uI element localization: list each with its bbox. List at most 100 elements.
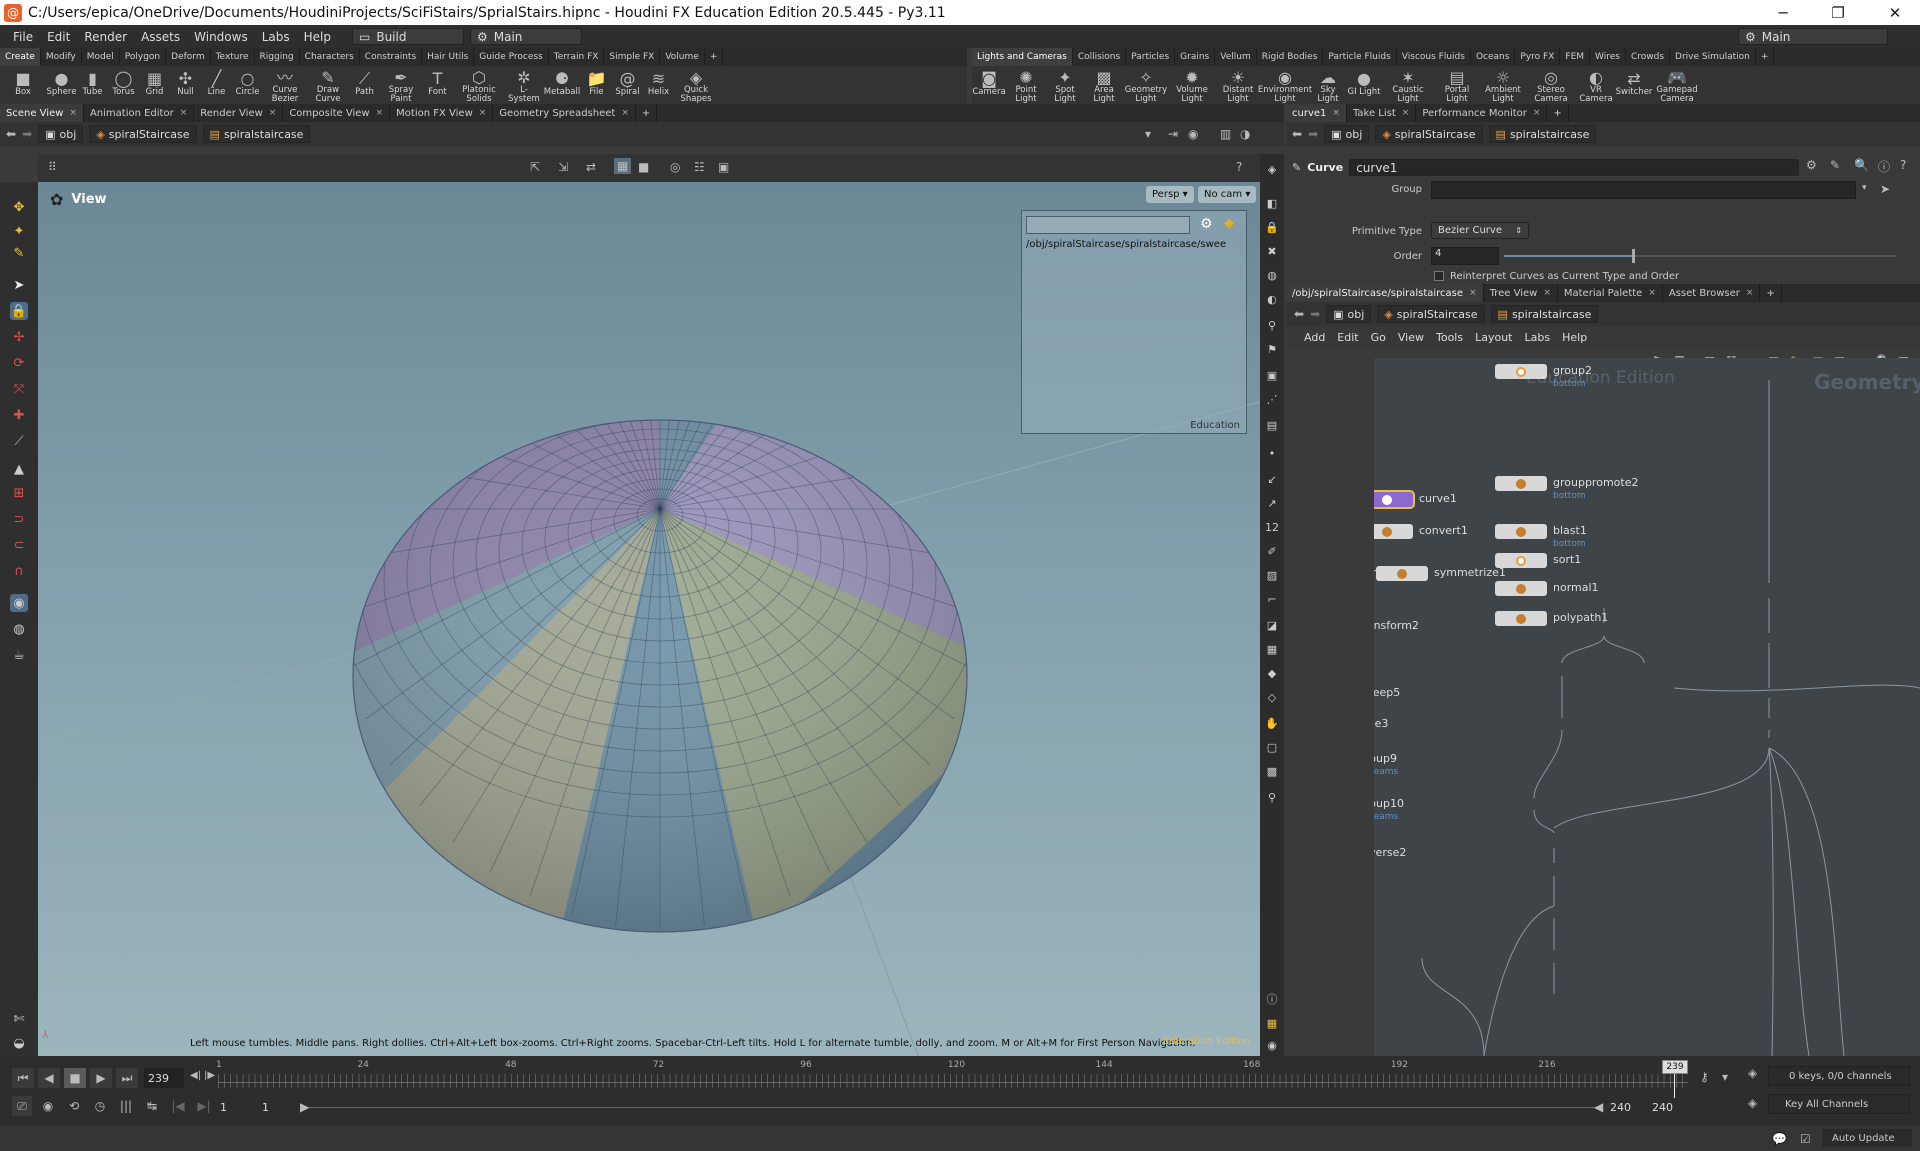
shelf-tool-point-light[interactable]: ✺ Point Light	[1006, 66, 1046, 104]
shelf-tab[interactable]: Rigid Bodies	[1257, 48, 1324, 66]
node-convert1[interactable]	[1374, 524, 1413, 539]
shelf-tool-metaball[interactable]: ⚈ Metaball	[543, 66, 581, 104]
auto-update-select[interactable]: Auto Update	[1822, 1129, 1912, 1147]
render-display-icon[interactable]: ▤	[1263, 416, 1281, 434]
shelf-tab[interactable]: Guide Process	[474, 48, 549, 66]
node-grouppromote2[interactable]	[1495, 476, 1547, 491]
group-select-arrow-icon[interactable]: ➤	[1880, 182, 1890, 196]
bone-icon[interactable]: ⟋	[10, 432, 28, 450]
shelf-tab[interactable]: Wires	[1590, 48, 1626, 66]
close-tab-icon[interactable]: ×	[269, 108, 277, 118]
node-group2[interactable]	[1495, 364, 1547, 379]
point-display-icon[interactable]: ⋰	[1263, 390, 1281, 408]
crop-icon[interactable]: ⌐	[1263, 590, 1281, 608]
network-editor[interactable]: Education Edition Geometry group2 bottom…	[1374, 358, 1920, 1056]
range-start-icon[interactable]: |◀	[168, 1096, 188, 1116]
back-arrow-icon[interactable]: ⬅	[6, 127, 16, 141]
frame-ruler[interactable]: 1 24 48 72 96 120 144 168 192 216	[216, 1060, 1688, 1096]
range-right-handle-icon[interactable]: ◀	[1594, 1100, 1603, 1114]
path-spiralstaircase[interactable]: ▤ spiralstaircase	[202, 125, 311, 143]
scene-viewport[interactable]: ✿ View Persp ▾ No cam ▾ ⚙ ◆ /obj/spiralS…	[38, 182, 1260, 1056]
shelf-tool-camera[interactable]: ◙ Camera	[972, 66, 1006, 104]
pane-tab[interactable]: Performance Monitor ×	[1416, 104, 1548, 122]
frame-marker[interactable]: 239	[1662, 1060, 1688, 1074]
shelf-tool-circle[interactable]: ○ Circle	[232, 66, 263, 104]
node-blast1[interactable]	[1495, 524, 1547, 539]
shelf-tab[interactable]: Oceans	[1471, 48, 1516, 66]
pane-tab[interactable]: Motion FX View ×	[390, 104, 494, 122]
shelf-tool-sky-light[interactable]: ☁ Sky Light	[1310, 66, 1346, 104]
pane-tab[interactable]: Tree View ×	[1484, 284, 1558, 302]
shelf-tab[interactable]: Modify	[41, 48, 82, 66]
key-icon[interactable]: ⚷	[1700, 1070, 1709, 1084]
shelf-tool-ambient-light[interactable]: ☼ Ambient Light	[1480, 66, 1526, 104]
menu-labs[interactable]: Labs	[255, 30, 297, 44]
camera-view-icon[interactable]: ◍	[10, 620, 28, 638]
shelf-tool-font[interactable]: T Font	[422, 66, 453, 104]
network-menu-item[interactable]: Labs	[1525, 331, 1551, 344]
close-tab-icon[interactable]: ×	[1402, 108, 1410, 118]
chat-icon[interactable]: 💬	[1772, 1132, 1787, 1146]
scale-icon[interactable]: ⤧	[10, 380, 28, 398]
light-bulb-icon[interactable]: ⚲	[1263, 316, 1281, 334]
menu-windows[interactable]: Windows	[187, 30, 255, 44]
close-tab-icon[interactable]: ×	[1469, 288, 1477, 298]
shelf-tab[interactable]: Collisions	[1073, 48, 1127, 66]
shelf-tool-spray-paint[interactable]: ✒ Spray Paint	[380, 66, 422, 104]
add-tab-icon[interactable]: +	[636, 104, 658, 122]
pane-tab[interactable]: Material Palette ×	[1558, 284, 1663, 302]
shelf-tab[interactable]: Particle Fluids	[1323, 48, 1397, 66]
view-mode-icon[interactable]: ▦	[614, 158, 632, 174]
texture-icon[interactable]: ▦	[1263, 640, 1281, 658]
box-icon[interactable]: ■	[638, 160, 649, 174]
shelf-tool-distant-light[interactable]: ☀ Distant Light	[1216, 66, 1260, 104]
render-region-icon[interactable]: ☕	[10, 646, 28, 664]
path-spiralstaircase[interactable]: ▤ spiralstaircase	[1490, 305, 1599, 323]
play-reverse-icon[interactable]: ◀	[38, 1068, 60, 1088]
shelf-tab[interactable]: Pyro FX	[1515, 48, 1561, 66]
menu-help[interactable]: Help	[297, 30, 338, 44]
path-spiral-staircase[interactable]: ◈ spiralStaircase	[1377, 305, 1485, 323]
shelf-tab[interactable]: Vellum	[1215, 48, 1257, 66]
layout-icon[interactable]: ▦	[1263, 1014, 1281, 1032]
path-obj[interactable]: ▣ obj	[38, 125, 84, 143]
group-dropdown-icon[interactable]: ▾	[1862, 183, 1867, 193]
status-check-icon[interactable]: ☑	[1800, 1132, 1811, 1146]
main-desktop-select[interactable]: ⚙ Main	[1738, 28, 1888, 45]
pane-tab[interactable]: curve1 ×	[1286, 104, 1347, 122]
close-view-icon[interactable]: ✖	[1263, 242, 1281, 260]
back-arrow-icon[interactable]: ⬅	[1292, 127, 1302, 141]
range-icon[interactable]: ↹	[142, 1096, 162, 1116]
rotate-icon[interactable]: ⟳	[10, 354, 28, 372]
number-icon[interactable]: 12	[1263, 518, 1281, 536]
close-tab-icon[interactable]: ×	[1543, 288, 1551, 298]
primitive-type-select[interactable]: Bezier Curve ⇕	[1431, 222, 1529, 239]
shelf-tab[interactable]: Model	[82, 48, 120, 66]
node-curve1[interactable]	[1374, 490, 1415, 509]
tumble-icon[interactable]: ⇱	[530, 160, 540, 174]
dot-icon[interactable]: •	[1263, 444, 1281, 462]
lock-cam-icon[interactable]: 🔒	[1263, 218, 1281, 236]
menu-file[interactable]: File	[6, 30, 40, 44]
display-icon[interactable]: ◑	[1240, 127, 1250, 141]
path-obj[interactable]: ▣ obj	[1324, 125, 1370, 143]
shelf-tool-caustic-light[interactable]: ✶ Caustic Light	[1382, 66, 1434, 104]
frame-icon[interactable]: ▢	[1263, 738, 1281, 756]
hand-icon[interactable]: ✋	[1263, 714, 1281, 732]
range-end-icon[interactable]: ▶|	[194, 1096, 214, 1116]
range-left-handle-icon[interactable]: ▶	[300, 1100, 309, 1114]
close-tab-icon[interactable]: ×	[1533, 108, 1541, 118]
move-tool-icon[interactable]: ✥	[10, 198, 28, 216]
shelf-tab[interactable]: Constraints	[360, 48, 423, 66]
path-spiral-staircase[interactable]: ◈ spiralStaircase	[89, 125, 197, 143]
shelf-tool-quick-shapes[interactable]: ◈ Quick Shapes	[674, 66, 718, 104]
order-field[interactable]: 4	[1431, 247, 1499, 265]
network-menu-item[interactable]: Go	[1371, 331, 1386, 344]
shelf-tool-file[interactable]: 📁 File	[581, 66, 612, 104]
node-name-field[interactable]: curve1	[1349, 159, 1800, 176]
group-field[interactable]	[1431, 181, 1856, 199]
path-obj[interactable]: ▣ obj	[1326, 305, 1372, 323]
info-search-field[interactable]	[1026, 216, 1190, 234]
select-icon[interactable]: ⇲	[558, 160, 568, 174]
select-arrow-icon[interactable]: ➤	[10, 276, 28, 294]
